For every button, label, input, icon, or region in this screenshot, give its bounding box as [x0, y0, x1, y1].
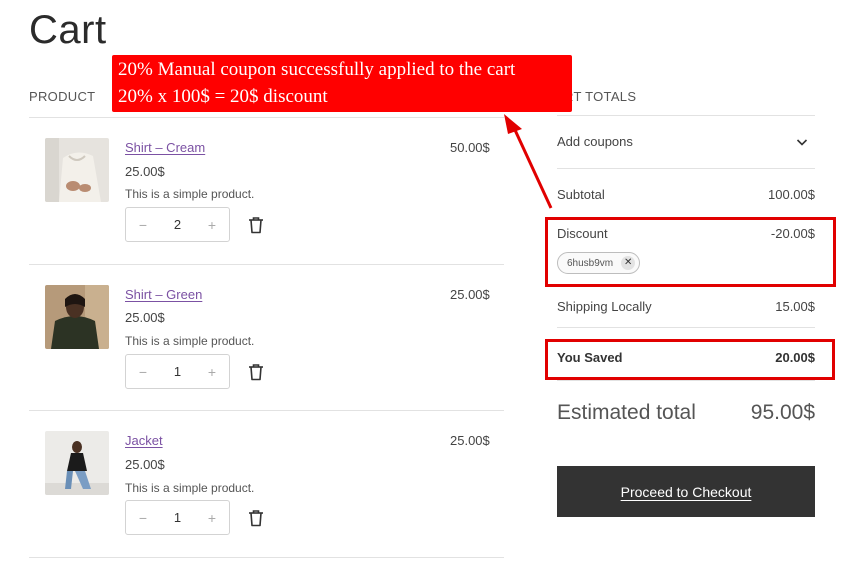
you-saved-highlight-box	[545, 339, 835, 380]
product-thumbnail-jacket[interactable]	[45, 431, 109, 495]
line-total: 25.00$	[450, 433, 490, 448]
annotation-line-1: 20% Manual coupon successfully applied t…	[118, 59, 516, 80]
product-link-shirt-cream[interactable]: Shirt – Cream	[125, 140, 205, 155]
product-link-jacket[interactable]: Jacket	[125, 433, 163, 448]
divider	[29, 557, 504, 558]
quantity-stepper: − 1 +	[125, 354, 230, 389]
quantity-stepper: − 2 +	[125, 207, 230, 242]
product-link-shirt-green[interactable]: Shirt – Green	[125, 287, 202, 302]
divider	[557, 380, 815, 381]
product-price: 25.00$	[125, 310, 165, 325]
annotation-callout: 20% Manual coupon successfully applied t…	[112, 55, 572, 112]
cart-totals-header: RT TOTALS	[564, 89, 637, 104]
trash-icon[interactable]	[248, 363, 264, 381]
line-total: 25.00$	[450, 287, 490, 302]
subtotal-value: 100.00$	[768, 187, 815, 202]
trash-icon[interactable]	[248, 216, 264, 234]
shipping-value: 15.00$	[775, 299, 815, 314]
line-total: 50.00$	[450, 140, 490, 155]
quantity-decrease-button[interactable]: −	[136, 217, 150, 233]
divider	[557, 115, 815, 116]
chevron-down-icon[interactable]	[796, 138, 808, 147]
quantity-stepper: − 1 +	[125, 500, 230, 535]
product-description: This is a simple product.	[125, 187, 255, 201]
quantity-increase-button[interactable]: +	[205, 510, 219, 526]
product-column-header: PRODUCT	[29, 89, 96, 104]
product-price: 25.00$	[125, 164, 165, 179]
divider	[29, 264, 504, 265]
divider	[557, 327, 815, 328]
annotation-line-2: 20% x 100$ = 20$ discount	[118, 86, 328, 107]
discount-highlight-box	[545, 217, 836, 287]
proceed-to-checkout-button[interactable]: Proceed to Checkout	[557, 466, 815, 517]
quantity-decrease-button[interactable]: −	[136, 510, 150, 526]
annotation-arrow-icon	[504, 114, 553, 209]
add-coupons-toggle[interactable]: Add coupons	[557, 134, 633, 149]
divider	[29, 117, 504, 118]
product-thumbnail-shirt-cream[interactable]	[45, 138, 109, 202]
quantity-value[interactable]: 1	[150, 364, 205, 379]
quantity-value[interactable]: 1	[150, 510, 205, 525]
product-price: 25.00$	[125, 457, 165, 472]
divider	[29, 410, 504, 411]
shipping-label: Shipping Locally	[557, 299, 652, 314]
quantity-decrease-button[interactable]: −	[136, 364, 150, 380]
divider	[557, 168, 815, 169]
quantity-increase-button[interactable]: +	[205, 364, 219, 380]
estimated-total-label: Estimated total	[557, 401, 696, 424]
page-title: Cart	[29, 8, 107, 52]
trash-icon[interactable]	[248, 509, 264, 527]
product-thumbnail-shirt-green[interactable]	[45, 285, 109, 349]
product-description: This is a simple product.	[125, 334, 255, 348]
quantity-value[interactable]: 2	[150, 217, 205, 232]
estimated-total-value: 95.00$	[750, 401, 815, 424]
product-description: This is a simple product.	[125, 481, 255, 495]
quantity-increase-button[interactable]: +	[205, 217, 219, 233]
